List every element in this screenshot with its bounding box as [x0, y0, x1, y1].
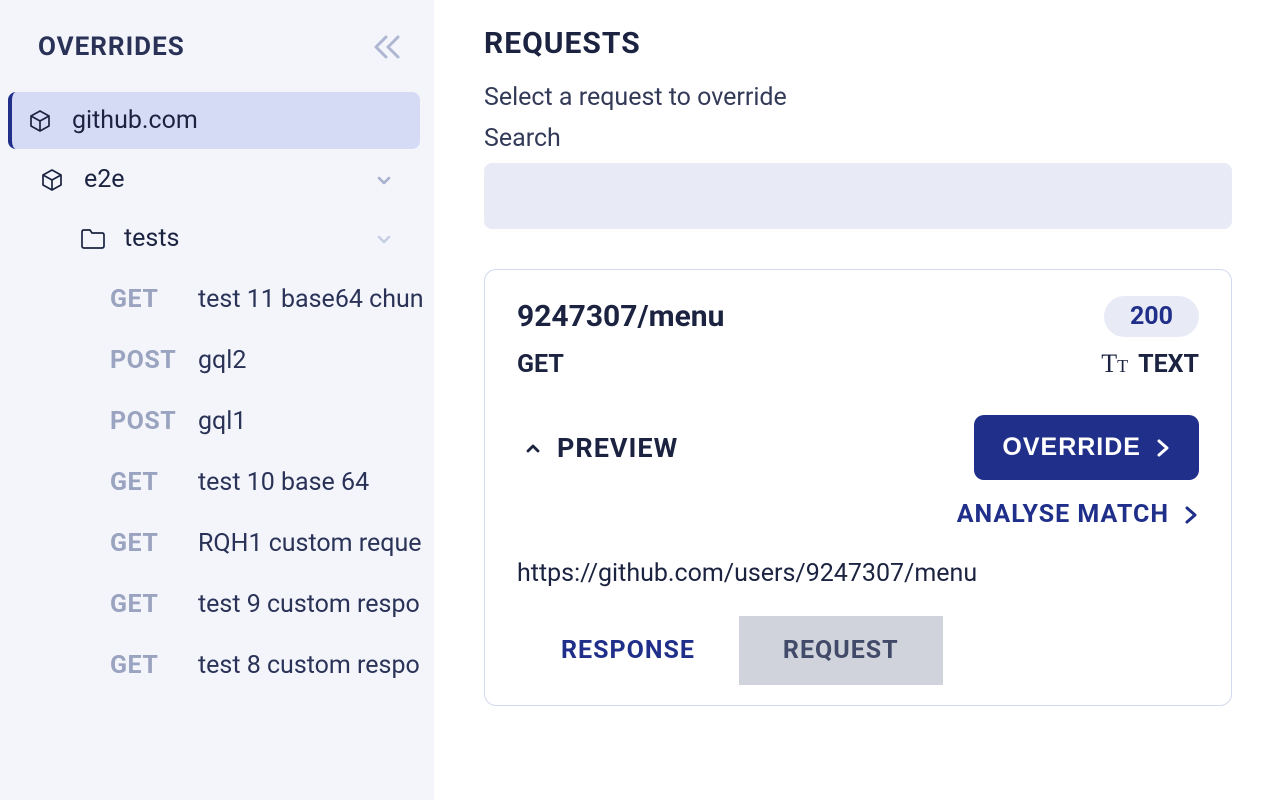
- method-label: GET: [110, 468, 198, 497]
- method-label: POST: [110, 346, 198, 375]
- sidebar-request-item[interactable]: POST gql2: [0, 330, 434, 391]
- collapse-sidebar-icon[interactable]: [372, 34, 404, 60]
- content-type: TT TEXT: [1101, 349, 1199, 379]
- page-subtitle: Select a request to override: [484, 83, 1232, 112]
- preview-tabs: RESPONSE REQUEST: [517, 616, 1199, 685]
- chevron-up-icon: [523, 438, 543, 458]
- override-button[interactable]: OVERRIDE: [974, 415, 1199, 480]
- request-label: gql1: [198, 407, 246, 436]
- sidebar-request-item[interactable]: GET test 11 base64 chun: [0, 269, 434, 330]
- status-badge: 200: [1104, 296, 1199, 337]
- chevron-down-icon: [374, 170, 394, 190]
- sidebar-request-item[interactable]: POST gql1: [0, 391, 434, 452]
- search-input[interactable]: [484, 163, 1232, 229]
- sidebar: OVERRIDES github.com e2e tests GET test …: [0, 0, 434, 800]
- page-title: REQUESTS: [484, 26, 1232, 61]
- preview-toggle[interactable]: PREVIEW: [517, 432, 678, 464]
- analyse-label: ANALYSE MATCH: [957, 500, 1169, 529]
- chevron-down-icon: [374, 229, 394, 249]
- request-label: test 8 custom respo: [198, 651, 420, 680]
- method-label: GET: [110, 651, 198, 680]
- chevron-right-icon: [1155, 438, 1171, 458]
- request-label: test 10 base 64: [198, 468, 369, 497]
- analyse-match-link[interactable]: ANALYSE MATCH: [957, 500, 1199, 529]
- request-label: test 9 custom respo: [198, 590, 420, 619]
- method-label: POST: [110, 407, 198, 436]
- method-label: GET: [110, 285, 198, 314]
- sidebar-request-item[interactable]: GET test 8 custom respo: [0, 635, 434, 696]
- request-url: https://github.com/users/9247307/menu: [517, 559, 1199, 588]
- method-label: GET: [110, 590, 198, 619]
- card-subheader: GET TT TEXT: [517, 349, 1199, 379]
- main-panel: REQUESTS Select a request to override Se…: [434, 0, 1280, 800]
- request-label: test 11 base64 chun: [198, 285, 424, 314]
- folder-icon: [80, 228, 110, 250]
- analyse-row: ANALYSE MATCH: [517, 500, 1199, 529]
- sidebar-request-item[interactable]: GET RQH1 custom reque: [0, 513, 434, 574]
- preview-label: PREVIEW: [557, 432, 678, 464]
- sidebar-domain-github[interactable]: github.com: [8, 92, 420, 149]
- request-card: 9247307/menu 200 GET TT TEXT PREVIEW OVE…: [484, 269, 1232, 706]
- sidebar-folder-tests[interactable]: tests: [10, 210, 420, 267]
- request-label: gql2: [198, 346, 246, 375]
- search-label: Search: [484, 124, 1232, 153]
- action-row: PREVIEW OVERRIDE: [517, 415, 1199, 480]
- folder-label: tests: [124, 224, 179, 253]
- card-title: 9247307/menu: [517, 299, 724, 334]
- text-type-icon: TT: [1101, 349, 1128, 379]
- method-label: GET: [517, 350, 564, 379]
- override-label: OVERRIDE: [1002, 433, 1141, 462]
- method-label: GET: [110, 529, 198, 558]
- sidebar-request-item[interactable]: GET test 10 base 64: [0, 452, 434, 513]
- tab-response[interactable]: RESPONSE: [517, 616, 739, 685]
- cube-icon: [40, 168, 70, 192]
- sidebar-domain-e2e[interactable]: e2e: [10, 151, 420, 208]
- cube-icon: [28, 109, 58, 133]
- domain-label: github.com: [72, 106, 198, 135]
- chevron-right-icon: [1183, 505, 1199, 525]
- sidebar-header: OVERRIDES: [0, 32, 434, 90]
- sidebar-title: OVERRIDES: [38, 32, 185, 62]
- sidebar-request-item[interactable]: GET test 9 custom respo: [0, 574, 434, 635]
- request-label: RQH1 custom reque: [198, 529, 422, 558]
- type-label: TEXT: [1138, 350, 1199, 379]
- domain-label: e2e: [84, 165, 125, 194]
- tab-request[interactable]: REQUEST: [739, 616, 943, 685]
- card-header: 9247307/menu 200: [517, 296, 1199, 337]
